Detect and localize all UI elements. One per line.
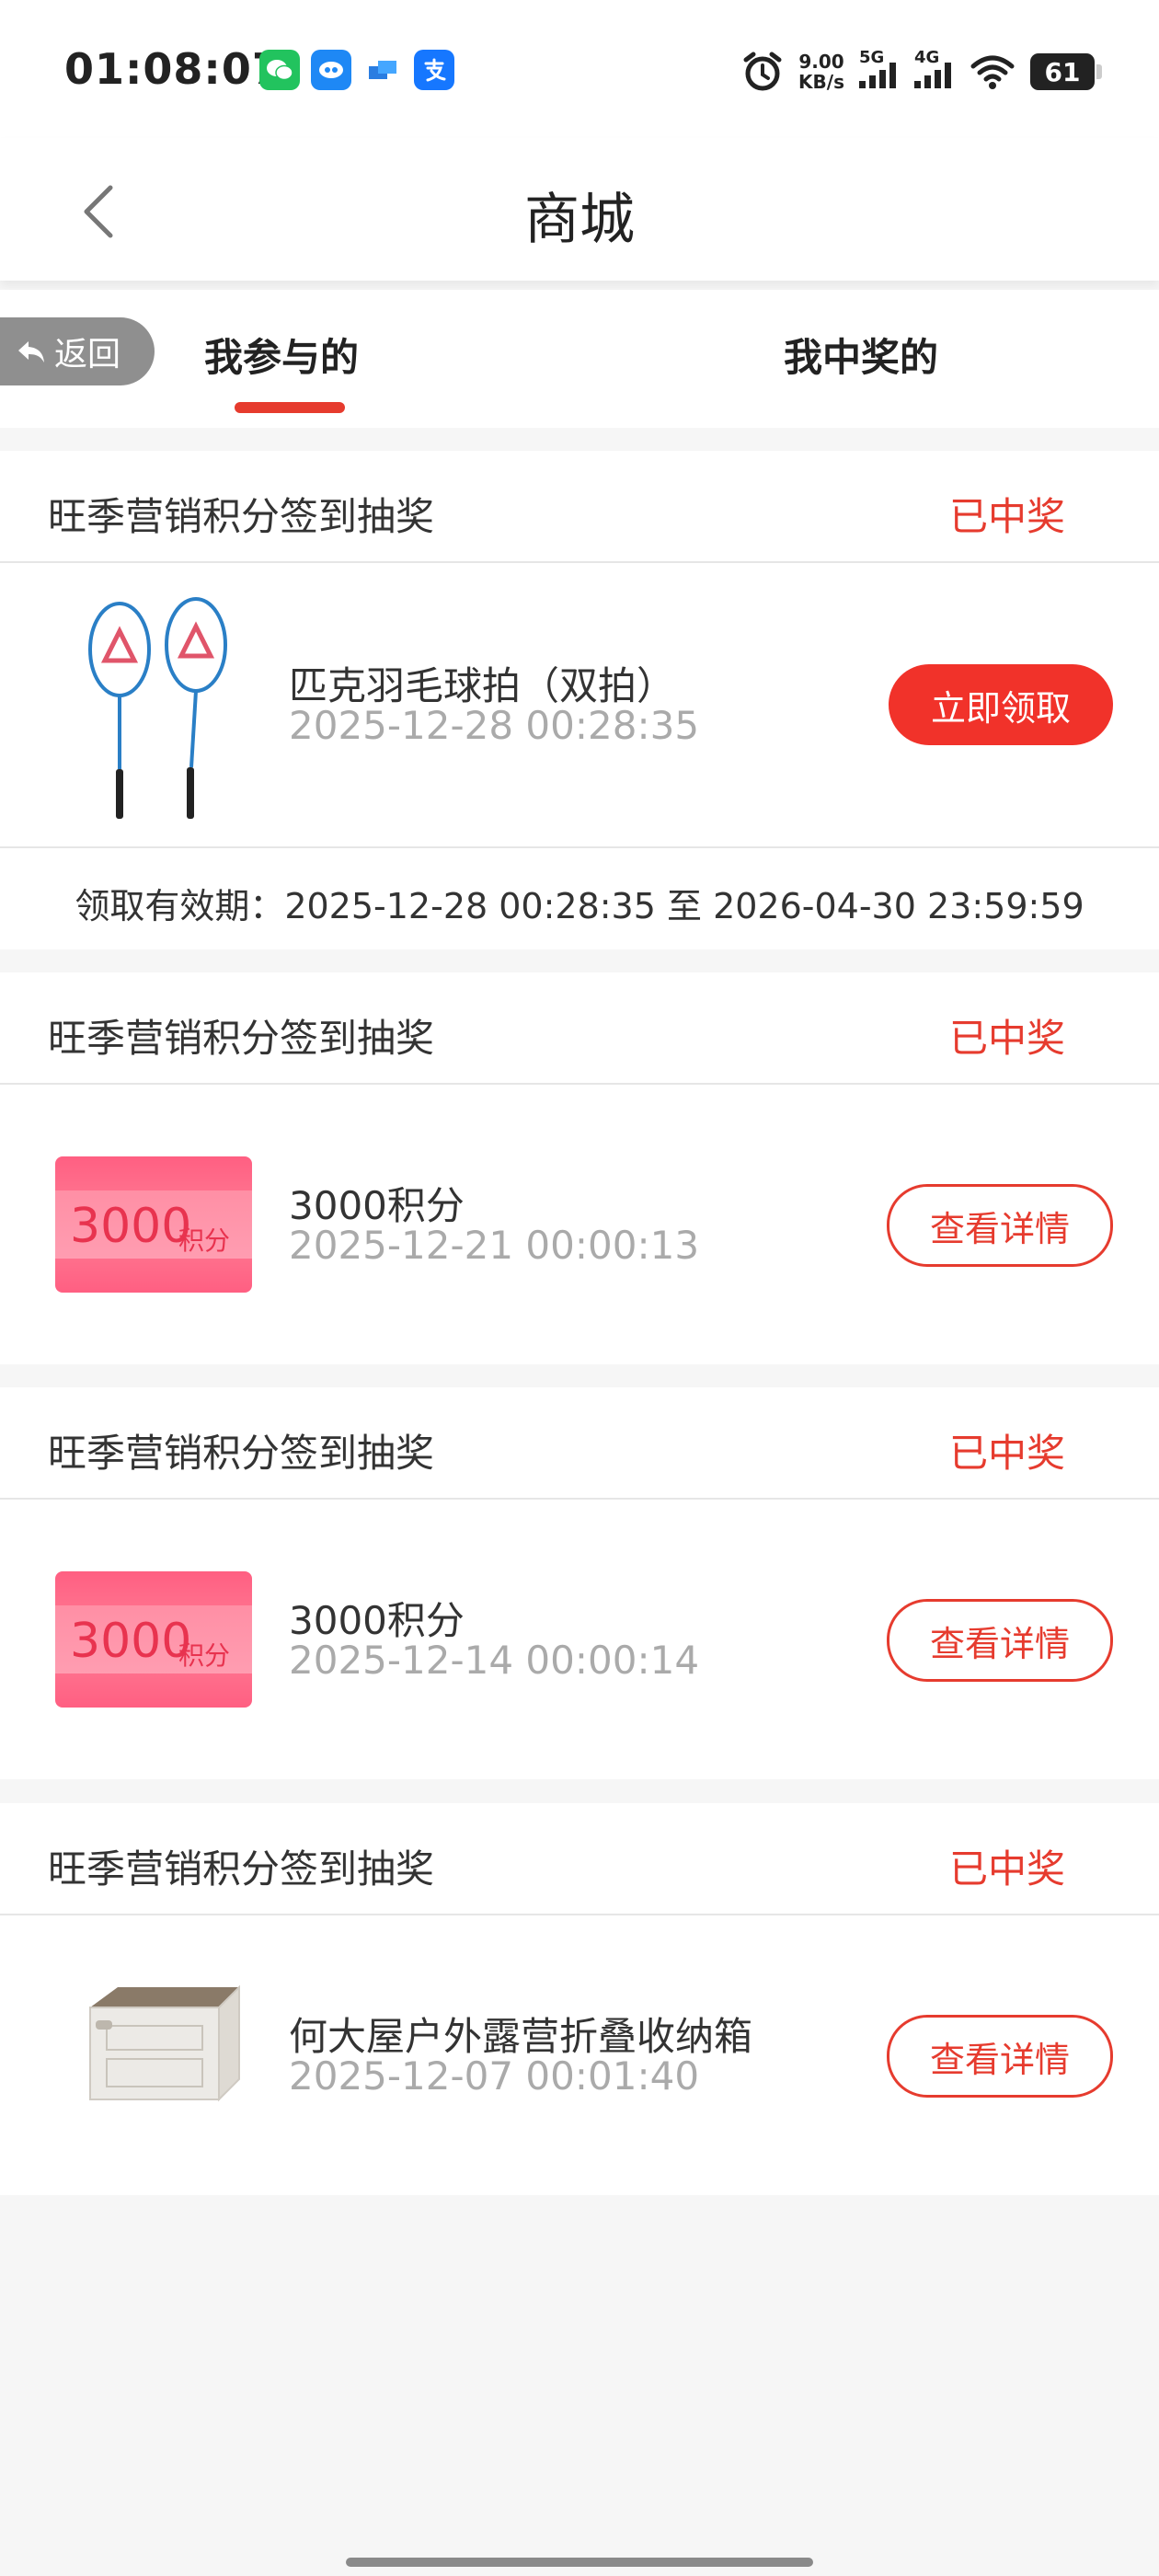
notification-icons [259, 50, 454, 90]
network-speed: 9.00 KB/s [798, 51, 844, 93]
view-details-button[interactable]: 查看详情 [887, 2015, 1113, 2098]
alarm-icon [743, 52, 782, 91]
coupon-unit: 积分 [178, 1225, 231, 1256]
claim-validity: 领取有效期：2025-12-28 00:28:35 至 2026-04-30 2… [75, 886, 1084, 926]
wifi-icon [970, 55, 1015, 89]
record-card: 旺季营销积分签到抽奖 已中奖 3000 积分 3000积分 2025-12-21… [0, 972, 1159, 1364]
record-card: 旺季营销积分签到抽奖 已中奖 匹克羽毛球拍（双拍） 2025-12-28 00:… [0, 451, 1159, 949]
return-label: 返回 [53, 336, 120, 374]
status-label: 已中奖 [948, 1016, 1065, 1061]
points-coupon-image: 3000 积分 [55, 1571, 252, 1708]
prize-time: 2025-12-14 00:00:14 [289, 1638, 700, 1683]
page-title: 商城 [524, 188, 635, 252]
du-app-icon [311, 50, 351, 90]
coupon-amount: 3000 [70, 1614, 192, 1669]
alipay-icon [414, 50, 454, 90]
signal-5g-icon: 5G [859, 48, 900, 88]
status-label: 已中奖 [948, 1431, 1065, 1476]
blue-app-icon [362, 50, 403, 90]
coupon-unit: 积分 [178, 1640, 231, 1671]
clock: 01:08:07 [64, 44, 282, 94]
prize-time: 2025-12-28 00:28:35 [289, 703, 700, 748]
signal-4g-icon: 4G [914, 48, 955, 88]
coupon-amount: 3000 [70, 1199, 192, 1254]
campaign-name: 旺季营销积分签到抽奖 [48, 494, 435, 539]
claim-now-button[interactable]: 立即领取 [889, 664, 1113, 745]
status-label: 已中奖 [948, 1846, 1065, 1892]
nav-bar: 商城 [0, 138, 1159, 281]
home-indicator[interactable] [346, 2558, 813, 2567]
badminton-racket-image [88, 597, 227, 819]
points-coupon-image: 3000 积分 [55, 1156, 252, 1293]
campaign-name: 旺季营销积分签到抽奖 [48, 1431, 435, 1476]
view-details-button[interactable]: 查看详情 [887, 1184, 1113, 1267]
campaign-name: 旺季营销积分签到抽奖 [48, 1846, 435, 1892]
tab-bar: 返回 我参与的 我中奖的 [0, 290, 1159, 428]
return-button[interactable]: 返回 [0, 317, 155, 385]
wechat-icon [259, 50, 300, 90]
active-tab-indicator [235, 402, 345, 413]
record-card: 旺季营销积分签到抽奖 已中奖 何大屋户外露营折叠收纳箱 2025-12-07 0… [0, 1803, 1159, 2195]
record-card: 旺季营销积分签到抽奖 已中奖 3000 积分 3000积分 2025-12-14… [0, 1387, 1159, 1779]
prize-time: 2025-12-21 00:00:13 [289, 1223, 700, 1268]
status-indicators: 9.00 KB/s 5G 4G 61 [741, 46, 1102, 98]
status-label: 已中奖 [948, 494, 1065, 539]
storage-box-image [89, 1984, 240, 2102]
reply-arrow-icon [17, 341, 44, 362]
battery-icon: 61 [1030, 53, 1102, 90]
campaign-name: 旺季营销积分签到抽奖 [48, 1016, 435, 1061]
tab-won[interactable]: 我中奖的 [784, 327, 938, 383]
status-bar: 01:08:07 9.00 KB/s 5G 4G 61 [0, 0, 1159, 138]
view-details-button[interactable]: 查看详情 [887, 1599, 1113, 1682]
prize-time: 2025-12-07 00:01:40 [289, 2053, 700, 2099]
tab-participated[interactable]: 我参与的 [204, 327, 359, 383]
